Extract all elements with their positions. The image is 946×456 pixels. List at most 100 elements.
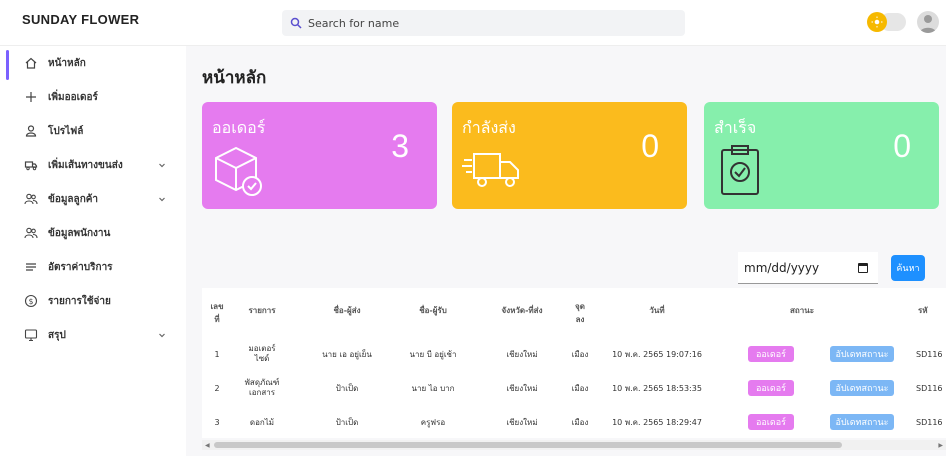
- sidebar-item-label: หน้าหลัก: [48, 57, 86, 69]
- cell-date: 10 พ.ค. 2565 18:53:35: [612, 384, 702, 393]
- monitor-icon: [24, 329, 38, 342]
- card-value: 3: [391, 128, 409, 164]
- cell-code: SD116: [916, 350, 943, 359]
- cell-province: เชียงใหม่: [506, 418, 538, 427]
- cell-no: 1: [214, 350, 220, 359]
- update-status-button[interactable]: อัปเดทสถานะ: [830, 414, 894, 430]
- sidebar-item-employees[interactable]: ข้อมูลพนักงาน: [0, 216, 186, 250]
- chevron-down-icon: [159, 163, 165, 168]
- cell-item: พัสดุภัณฑ์ เอกสาร: [244, 378, 280, 398]
- sidebar-item-label: อัตราค่าบริการ: [48, 261, 113, 273]
- delivery-truck-icon: [462, 153, 519, 187]
- date-placeholder: mm/dd/yyyy: [744, 260, 820, 275]
- card-label: สำเร็จ: [714, 118, 757, 137]
- sidebar-item-label: ข้อมูลลูกค้า: [48, 193, 99, 205]
- cell-drop: เมือง: [571, 418, 589, 427]
- package-icon: [215, 146, 262, 196]
- brand-logo[interactable]: SUNDAY FLOWER: [22, 12, 139, 27]
- stat-card-shipping[interactable]: กำลังส่ง 0: [452, 102, 687, 209]
- users-icon: [24, 193, 38, 205]
- sidebar-item-label: เพิ่มออเดอร์: [48, 91, 98, 103]
- clipboard-check-icon: [721, 145, 759, 195]
- svg-text:$: $: [29, 297, 34, 306]
- column-header: ชื่อ-ผู้รับ: [419, 306, 447, 315]
- cell-date: 10 พ.ค. 2565 18:29:47: [612, 418, 702, 427]
- scroll-left-icon[interactable]: ◀: [205, 442, 210, 449]
- cell-sender: นาย เอ อยู่เย็น: [322, 350, 372, 359]
- sidebar-item-home[interactable]: หน้าหลัก: [0, 46, 186, 80]
- cell-item: ดอกไม้: [249, 418, 275, 427]
- column-header: รายการ: [248, 306, 276, 315]
- sun-icon[interactable]: [867, 12, 887, 32]
- sidebar-item-profile[interactable]: โปรไฟล์: [0, 114, 186, 148]
- column-header: จังหวัด-ที่ส่ง: [501, 306, 543, 315]
- date-filter-input[interactable]: mm/dd/yyyy: [738, 252, 878, 284]
- cell-drop: เมือง: [571, 384, 589, 393]
- sidebar-item-label: รายการใช้จ่าย: [48, 295, 111, 307]
- search-input[interactable]: Search for name: [282, 10, 685, 36]
- main-content: หน้าหลัก ออเดอร์ 3 กำลังส่ง 0 สำเร็จ 0 m…: [186, 46, 946, 456]
- dollar-icon: $: [24, 294, 38, 308]
- scroll-right-icon[interactable]: ▶: [938, 442, 943, 449]
- plus-icon: [26, 92, 36, 102]
- column-header: ชื่อ-ผู้ส่ง: [333, 306, 361, 315]
- cell-sender: ป้าเป็ด: [335, 384, 359, 393]
- cell-receiver: นาย บี อยู่เช้า: [409, 350, 457, 359]
- sidebar-item-label: สรุป: [48, 329, 66, 341]
- scrollbar-thumb[interactable]: [214, 442, 842, 448]
- users-icon: [24, 227, 38, 239]
- cell-no: 3: [214, 418, 220, 427]
- sidebar-item-label: โปรไฟล์: [48, 125, 84, 137]
- cell-code: SD116: [916, 418, 943, 427]
- cell-receiver: ครูฟรอ: [420, 418, 446, 427]
- orders-table: เลข ที่ รายการ ชื่อ-ผู้ส่ง ชื่อ-ผู้รับ จ…: [202, 288, 946, 438]
- cell-province: เชียงใหม่: [506, 384, 538, 393]
- card-label: ออเดอร์: [212, 118, 266, 137]
- sidebar-item-label: ข้อมูลพนักงาน: [48, 227, 111, 239]
- cell-province: เชียงใหม่: [506, 350, 538, 359]
- card-value: 0: [893, 128, 911, 164]
- search-button[interactable]: ค้นหา: [891, 255, 925, 281]
- search-placeholder: Search for name: [308, 16, 400, 30]
- list-icon: [26, 263, 36, 271]
- sidebar-item-rates[interactable]: อัตราค่าบริการ: [0, 250, 186, 284]
- sidebar-item-label: เพิ่มเส้นทางขนส่ง: [48, 159, 123, 171]
- top-bar: SUNDAY FLOWER Search for name: [0, 0, 946, 46]
- user-icon: [25, 125, 37, 137]
- column-header: วันที่: [649, 306, 665, 315]
- update-status-button[interactable]: อัปเดทสถานะ: [830, 346, 894, 362]
- search-icon: [290, 17, 302, 29]
- cell-date: 10 พ.ค. 2565 19:07:16: [612, 350, 702, 359]
- home-icon: [25, 57, 37, 69]
- sidebar-item-expenses[interactable]: $ รายการใช้จ่าย: [0, 284, 186, 318]
- chevron-down-icon: [159, 333, 165, 338]
- cell-sender: ป้าเป็ด: [335, 418, 359, 427]
- cell-no: 2: [214, 384, 220, 393]
- truck-icon: [24, 161, 38, 171]
- column-header: จุด ลง: [575, 302, 585, 324]
- page-title: หน้าหลัก: [202, 68, 267, 88]
- horizontal-scrollbar[interactable]: ◀ ▶: [202, 440, 946, 450]
- status-badge[interactable]: ออเดอร์: [748, 380, 794, 396]
- update-status-button[interactable]: อัปเดทสถานะ: [830, 380, 894, 396]
- avatar-icon[interactable]: [917, 11, 939, 33]
- cell-drop: เมือง: [571, 350, 589, 359]
- sidebar-item-summary[interactable]: สรุป: [0, 318, 186, 352]
- sidebar: หน้าหลัก เพิ่มออเดอร์ โปรไฟล์ เพิ่มเส้นท…: [0, 46, 186, 456]
- cell-item: มอเตอร์ ไซด์: [248, 344, 276, 364]
- status-badge[interactable]: ออเดอร์: [748, 414, 794, 430]
- calendar-icon[interactable]: [858, 263, 868, 273]
- sidebar-item-add-order[interactable]: เพิ่มออเดอร์: [0, 80, 186, 114]
- card-label: กำลังส่ง: [462, 118, 516, 137]
- sidebar-item-add-route[interactable]: เพิ่มเส้นทางขนส่ง: [0, 148, 186, 182]
- stat-card-completed[interactable]: สำเร็จ 0: [704, 102, 939, 209]
- status-badge[interactable]: ออเดอร์: [748, 346, 794, 362]
- column-header: รหั: [918, 306, 928, 315]
- stat-card-orders[interactable]: ออเดอร์ 3: [202, 102, 437, 209]
- column-header: เลข ที่: [210, 302, 224, 324]
- cell-code: SD116: [916, 384, 943, 393]
- card-value: 0: [641, 128, 659, 164]
- column-header: สถานะ: [790, 306, 814, 315]
- sidebar-item-customers[interactable]: ข้อมูลลูกค้า: [0, 182, 186, 216]
- cell-receiver: นาย ไอ บาก: [411, 384, 455, 393]
